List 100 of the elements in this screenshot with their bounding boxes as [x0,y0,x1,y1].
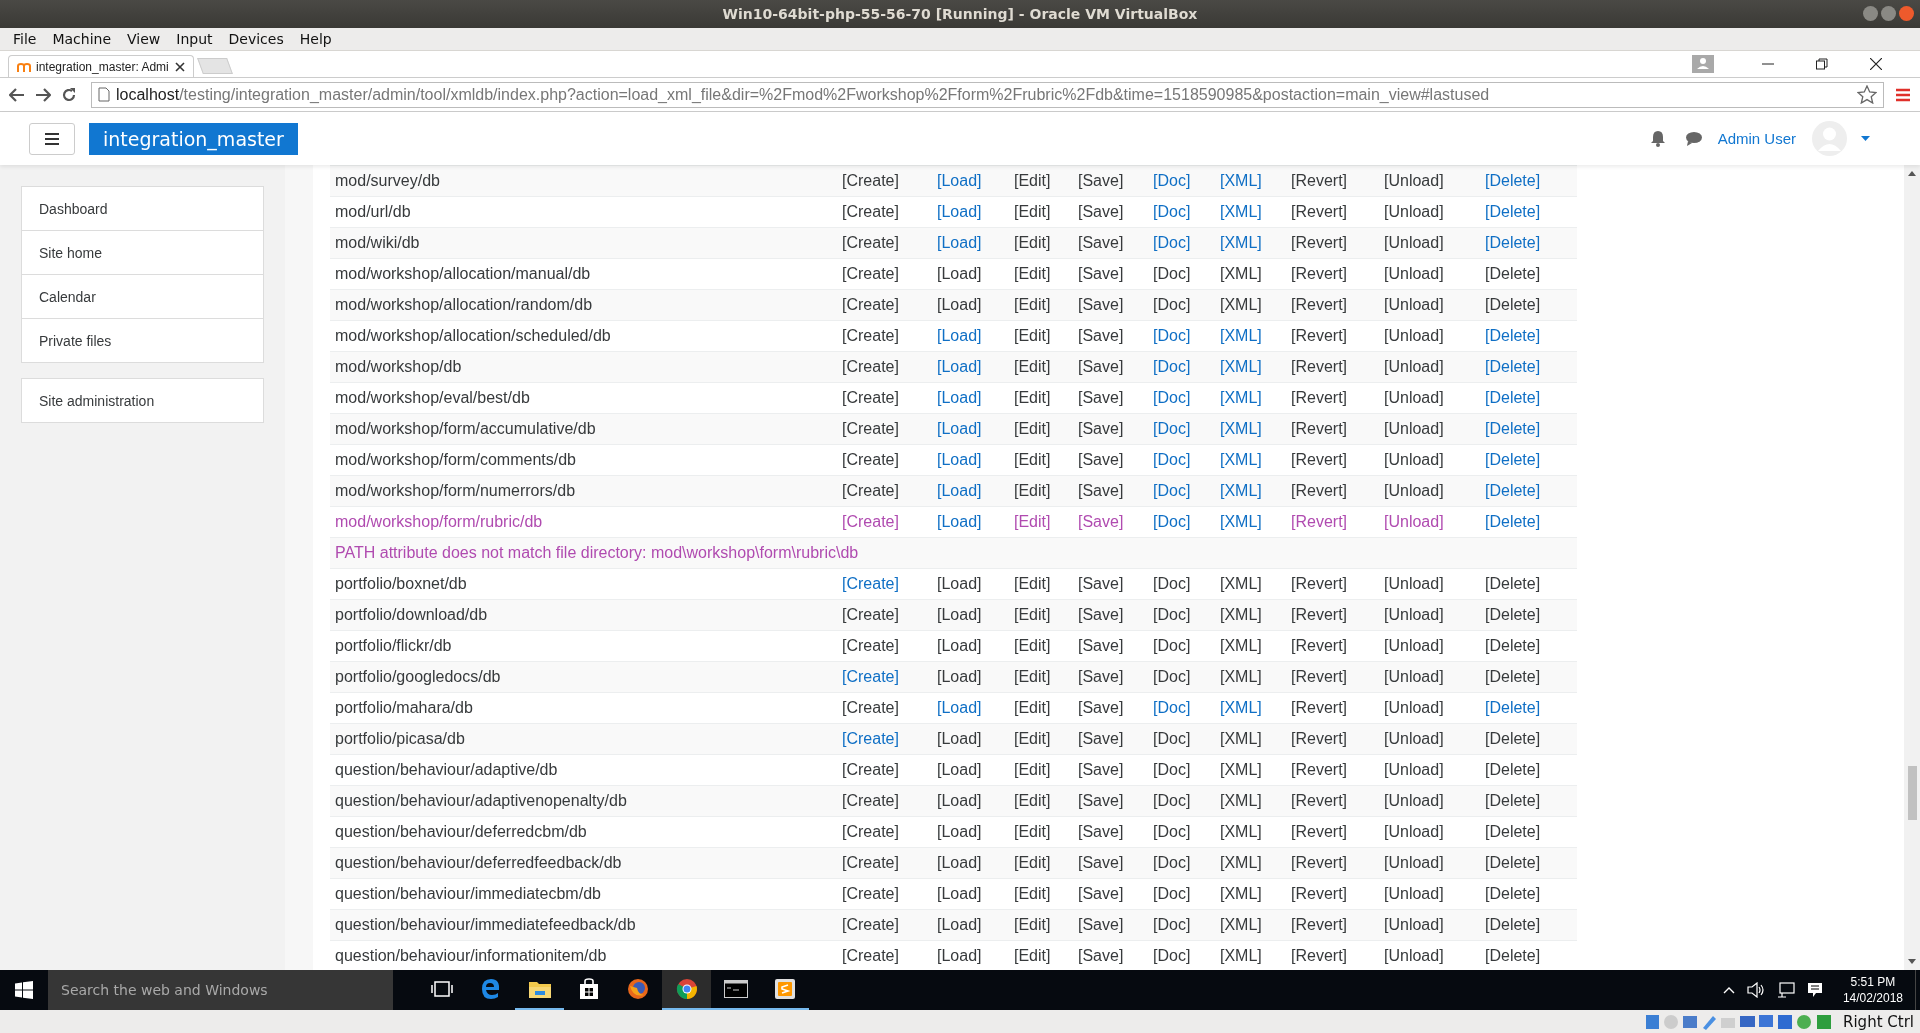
action-link[interactable]: [Load] [937,513,982,530]
action-link[interactable]: [Doc] [1153,513,1191,530]
action-link[interactable]: [XML] [1220,172,1262,189]
action-link[interactable]: [Delete] [1485,482,1541,499]
menu-item[interactable]: Machine [45,31,119,47]
action-link[interactable]: [Doc] [1153,358,1191,375]
scrollbar[interactable] [1904,165,1920,970]
action-link[interactable]: [Doc] [1153,234,1191,251]
action-link[interactable]: [Delete] [1485,358,1541,375]
action-link[interactable]: [Edit] [1014,513,1051,530]
action-link[interactable]: [Load] [937,699,982,716]
browser-tab[interactable]: integration_master: Admi [8,55,194,77]
action-link[interactable]: [XML] [1220,513,1262,530]
menu-item[interactable]: Input [169,31,220,47]
minimize-button[interactable] [1863,6,1878,21]
sidebar-item[interactable]: Dashboard [21,186,264,231]
forward-icon[interactable] [35,87,51,102]
action-link[interactable]: [Create] [842,730,899,747]
close-button[interactable] [1899,6,1914,21]
star-icon[interactable] [1857,85,1877,104]
bell-icon[interactable] [1649,130,1666,147]
action-link[interactable]: [Doc] [1153,389,1191,406]
action-link[interactable]: [XML] [1220,451,1262,468]
action-label: [Unload] [1384,637,1444,654]
volume-icon[interactable] [1746,982,1765,998]
notification-icon[interactable] [1806,982,1823,998]
action-link[interactable]: [Delete] [1485,389,1541,406]
action-link[interactable]: [XML] [1220,420,1262,437]
restore-icon[interactable] [1816,58,1828,70]
menu-item[interactable]: Help [292,31,339,47]
chevron-up-icon[interactable] [1722,986,1735,994]
scroll-up-icon[interactable] [1908,171,1916,176]
menu-item[interactable]: View [120,31,168,47]
action-link[interactable]: [Doc] [1153,451,1191,468]
action-link[interactable]: [Doc] [1153,420,1191,437]
action-link[interactable]: [Create] [842,668,899,685]
action-link[interactable]: [XML] [1220,482,1262,499]
action-link[interactable]: [Load] [937,389,982,406]
site-name-link[interactable]: integration_master [89,122,298,155]
windows-logo-icon[interactable] [15,981,33,999]
search-field[interactable]: Search the web and Windows [48,970,393,1010]
action-link[interactable]: [XML] [1220,358,1262,375]
user-name-link[interactable]: Admin User [1717,130,1796,147]
close-icon[interactable] [175,61,185,72]
address-field[interactable]: localhost/testing/integration_master/admin/tool/xmldb/index.php?action=load_xml_file&dir=%2Fmod%2Fworkshop%2Fform%2Frubric%2Fdb&time=1518590985&postaction=main_view#lastused [91,81,1884,108]
action-link[interactable]: [Load] [937,203,982,220]
action-link[interactable]: [Load] [937,327,982,344]
sidebar-item[interactable]: Private files [21,319,264,363]
sidebar-item[interactable]: Site home [21,231,264,275]
shopping-bag-icon [578,978,599,1000]
reload-icon[interactable] [61,86,77,103]
action-label: [XML] [1220,792,1262,809]
action-link[interactable]: [XML] [1220,327,1262,344]
back-icon[interactable] [9,87,25,102]
action-link[interactable]: [XML] [1220,699,1262,716]
action-link[interactable]: [Unload] [1384,513,1444,530]
menu-icon[interactable] [1896,86,1910,103]
action-link[interactable]: [Doc] [1153,327,1191,344]
close-icon[interactable] [1870,58,1882,70]
action-link[interactable]: [Delete] [1485,451,1541,468]
action-link[interactable]: [Load] [937,420,982,437]
caret-icon[interactable] [1861,136,1870,141]
action-link[interactable]: [XML] [1220,389,1262,406]
action-link[interactable]: [Load] [937,451,982,468]
action-link[interactable]: [XML] [1220,234,1262,251]
chat-icon[interactable] [1684,131,1703,146]
action-link[interactable]: [Load] [937,482,982,499]
taskbar-button[interactable] [662,970,711,1010]
action-link[interactable]: [Load] [937,234,982,251]
action-link[interactable]: [Load] [937,358,982,375]
folder-icon [527,979,552,999]
menu-item[interactable]: Devices [221,31,291,47]
action-link[interactable]: [Doc] [1153,699,1191,716]
scroll-thumb[interactable] [1907,766,1917,820]
action-link[interactable]: [Load] [937,172,982,189]
action-link[interactable]: [Create] [842,575,899,592]
action-link[interactable]: [Delete] [1485,203,1541,220]
folder-path: question/behaviour/informationitem/db [334,947,608,965]
action-link[interactable]: [Revert] [1291,513,1347,530]
action-link[interactable]: [Delete] [1485,327,1541,344]
action-link[interactable]: [Save] [1078,513,1124,530]
action-link[interactable]: [Delete] [1485,699,1541,716]
action-link[interactable]: [Delete] [1485,420,1541,437]
sidebar-item[interactable]: Calendar [21,275,264,319]
scroll-down-icon[interactable] [1908,959,1916,964]
action-link[interactable]: [Doc] [1153,203,1191,220]
action-link[interactable]: [Delete] [1485,234,1541,251]
action-link[interactable]: [Delete] [1485,172,1541,189]
action-label: [Unload] [1384,947,1444,964]
action-link[interactable]: [Create] [842,513,899,530]
sidebar-item[interactable]: Site administration [21,378,264,423]
network-icon[interactable] [1776,982,1795,998]
maximize-button[interactable] [1881,6,1896,21]
menu-item[interactable]: File [6,31,44,47]
action-link[interactable]: [Doc] [1153,482,1191,499]
action-link[interactable]: [Doc] [1153,172,1191,189]
menu-button[interactable] [29,122,75,155]
action-link[interactable]: [Delete] [1485,513,1541,530]
action-link[interactable]: [XML] [1220,203,1262,220]
action-label: [Load] [937,575,982,592]
